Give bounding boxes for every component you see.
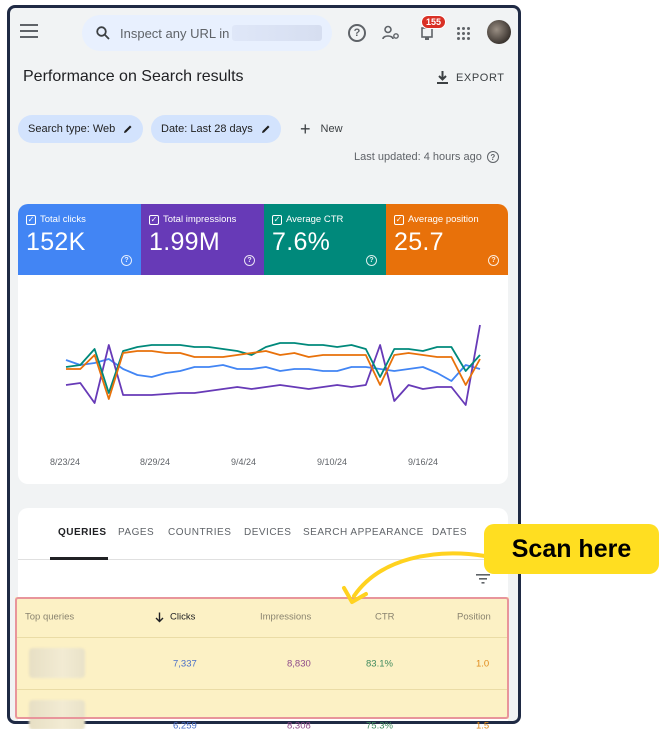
metric-label: Average position bbox=[408, 214, 479, 225]
tab-countries[interactable]: COUNTRIES bbox=[168, 527, 231, 538]
checkbox-icon: ✓ bbox=[272, 214, 282, 225]
hamburger-menu-icon[interactable] bbox=[20, 24, 38, 38]
metric-average-ctr[interactable]: ✓ Average CTR 7.6% ? bbox=[264, 204, 386, 275]
search-icon bbox=[96, 26, 110, 40]
row-ctr: 75.3% bbox=[366, 720, 393, 729]
new-label: New bbox=[320, 123, 343, 135]
help-icon[interactable]: ? bbox=[244, 255, 255, 266]
download-icon bbox=[437, 71, 448, 84]
metric-label: Total clicks bbox=[40, 214, 86, 225]
metric-total-impressions[interactable]: ✓ Total impressions 1.99M ? bbox=[141, 204, 264, 275]
help-icon[interactable]: ? bbox=[486, 151, 499, 163]
series-line-average-position bbox=[66, 350, 481, 400]
help-icon[interactable]: ? bbox=[121, 255, 132, 266]
new-filter-button[interactable]: + New bbox=[300, 120, 343, 138]
url-inspection-search[interactable]: Inspect any URL in bbox=[82, 15, 332, 51]
search-type-filter-chip[interactable]: Search type: Web bbox=[18, 115, 144, 143]
page-title: Performance on Search results bbox=[23, 68, 244, 85]
x-tick-label: 8/23/24 bbox=[50, 457, 81, 467]
redacted-property bbox=[232, 25, 322, 41]
metric-label: Total impressions bbox=[163, 214, 237, 225]
tab-search-appearance[interactable]: SEARCH APPEARANCE bbox=[303, 527, 424, 538]
last-updated-text: Last updated: 4 hours ago bbox=[354, 151, 482, 163]
search-placeholder: Inspect any URL in bbox=[120, 25, 230, 41]
help-icon[interactable]: ? bbox=[366, 255, 377, 266]
x-tick-label: 9/16/24 bbox=[408, 457, 439, 467]
manage-users-icon[interactable] bbox=[380, 22, 402, 44]
notification-badge: 155 bbox=[421, 15, 447, 29]
performance-chart bbox=[65, 324, 481, 406]
export-button[interactable]: EXPORT bbox=[437, 71, 505, 84]
tab-queries[interactable]: QUERIES bbox=[58, 527, 107, 538]
curved-arrow-icon bbox=[342, 551, 487, 604]
metric-value: 7.6% bbox=[272, 228, 331, 256]
help-icon[interactable]: ? bbox=[488, 255, 499, 266]
metric-value: 152K bbox=[26, 228, 86, 256]
metric-value: 25.7 bbox=[394, 228, 444, 256]
date-filter-chip[interactable]: Date: Last 28 days bbox=[151, 115, 281, 143]
row-clicks: 6,259 bbox=[173, 720, 197, 729]
checkbox-icon: ✓ bbox=[149, 214, 159, 225]
row-impressions: 8,308 bbox=[287, 720, 311, 729]
metric-average-position[interactable]: ✓ Average position 25.7 ? bbox=[386, 204, 508, 275]
apps-grid-icon[interactable] bbox=[452, 22, 474, 44]
row-position: 1.5 bbox=[476, 720, 490, 729]
export-label: EXPORT bbox=[456, 71, 505, 84]
x-tick-label: 9/4/24 bbox=[231, 457, 257, 467]
plus-icon: + bbox=[300, 119, 311, 139]
metric-total-clicks[interactable]: ✓ Total clicks 152K ? bbox=[18, 204, 141, 275]
tab-devices[interactable]: DEVICES bbox=[244, 527, 291, 538]
metric-value: 1.99M bbox=[149, 228, 220, 256]
series-line-total-clicks bbox=[65, 358, 481, 382]
date-label: Date: Last 28 days bbox=[161, 123, 253, 135]
search-type-label: Search type: Web bbox=[28, 123, 116, 135]
help-icon[interactable]: ? bbox=[348, 24, 366, 42]
top-bar: Inspect any URL in ? 155 bbox=[10, 8, 518, 60]
checkbox-icon: ✓ bbox=[26, 214, 36, 225]
last-updated-note: Last updated: 4 hours ago ? bbox=[354, 151, 499, 163]
x-tick-label: 9/10/24 bbox=[317, 457, 348, 467]
highlight-border bbox=[15, 597, 509, 719]
series-line-total-impressions bbox=[65, 324, 481, 406]
edit-pencil-icon bbox=[261, 125, 270, 133]
user-avatar[interactable] bbox=[487, 20, 511, 44]
edit-pencil-icon bbox=[124, 125, 132, 133]
checkbox-icon: ✓ bbox=[394, 214, 404, 225]
performance-card: ✓ Total clicks 152K ? ✓ Total impressions … bbox=[18, 204, 508, 484]
metric-label: Average CTR bbox=[286, 214, 344, 225]
scan-here-callout: Scan here bbox=[484, 524, 659, 574]
x-tick-label: 8/29/24 bbox=[140, 457, 171, 467]
active-tab-indicator bbox=[50, 557, 108, 560]
tab-pages[interactable]: PAGES bbox=[118, 527, 154, 538]
tab-dates[interactable]: DATES bbox=[432, 527, 467, 538]
